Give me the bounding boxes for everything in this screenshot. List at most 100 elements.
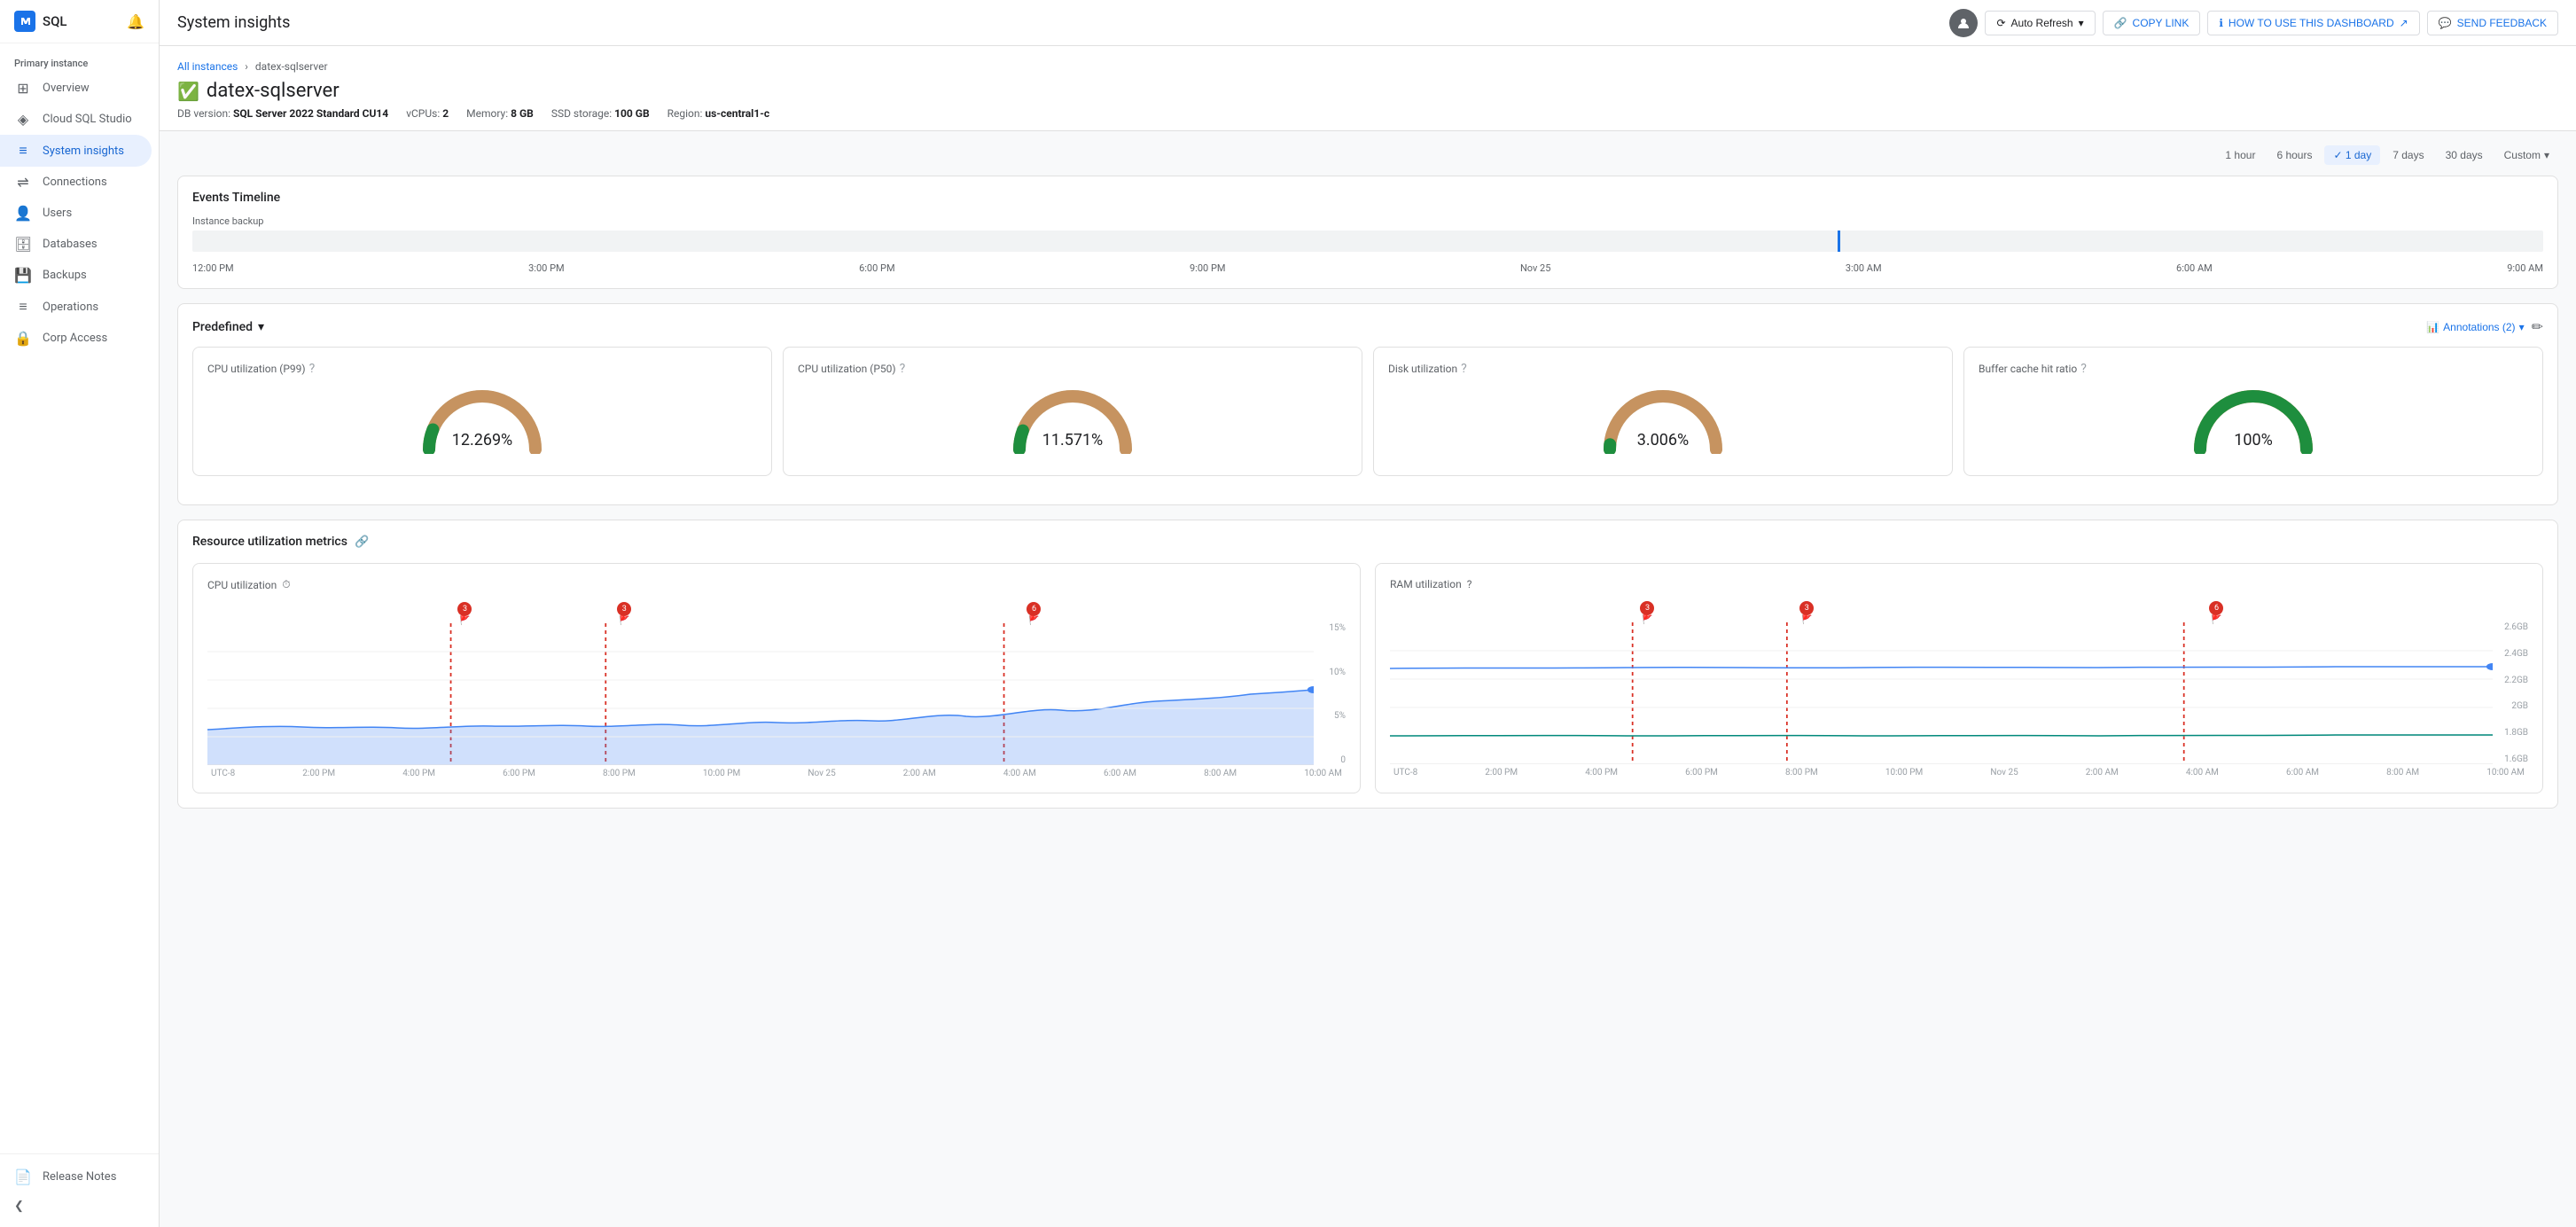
annotations-chevron-icon: ▾ [2519, 321, 2525, 333]
sidebar-bottom: 📄 Release Notes ❮ [0, 1153, 159, 1227]
resource-metrics-link-icon[interactable]: 🔗 [355, 535, 369, 549]
ram-alert-2: 3 🚩 [1799, 601, 1814, 625]
edit-button[interactable]: ✏ [2532, 318, 2543, 336]
breadcrumb-all-instances[interactable]: All instances [177, 60, 238, 73]
ram-y-label-3: 2GB [2496, 701, 2528, 711]
auto-refresh-button[interactable]: ⟳ Auto Refresh ▾ [1985, 11, 2095, 35]
gauge-grid: CPU utilization (P99) ? [192, 347, 2543, 476]
user-avatar[interactable] [1949, 9, 1978, 37]
app-name: SQL [43, 13, 67, 29]
db-version-meta: DB version: SQL Server 2022 Standard CU1… [177, 107, 388, 120]
ram-x-7: 2:00 AM [2086, 768, 2119, 778]
send-feedback-button[interactable]: 💬 SEND FEEDBACK [2427, 11, 2558, 35]
cpu-x-8: 4:00 AM [1003, 769, 1036, 778]
region-value: us-central1-c [705, 107, 769, 120]
help-icon-cpu-p50[interactable]: ? [900, 362, 906, 376]
backups-icon: 💾 [14, 267, 32, 284]
cpu-chart-title: CPU utilization ⏱ [207, 578, 1346, 591]
operations-icon: ≡ [14, 298, 32, 316]
ram-chart-title: RAM utilization ? [1390, 578, 2528, 590]
time-btn-7days[interactable]: 7 days [2384, 145, 2432, 165]
sidebar-item-connections[interactable]: ⇌ Connections [0, 167, 152, 198]
time-btn-1hour[interactable]: 1 hour [2216, 145, 2264, 165]
sidebar-header: SQL 🔔 [0, 0, 159, 43]
cpu-y-label-2: 5% [1317, 711, 1346, 721]
dashboard-content: All instances › datex-sqlserver ✅ datex-… [160, 46, 2576, 1227]
ram-x-3: 6:00 PM [1685, 768, 1718, 778]
sidebar-item-cloud-sql-studio[interactable]: ◈ Cloud SQL Studio [0, 104, 152, 135]
help-icon-buffer[interactable]: ? [2080, 362, 2087, 376]
cpu-chart-area [207, 623, 1314, 765]
sidebar-item-overview[interactable]: ⊞ Overview [0, 73, 152, 104]
main-content: System insights ⟳ Auto Refresh ▾ 🔗 COPY … [160, 0, 2576, 1227]
cpu-x-9: 6:00 AM [1104, 769, 1136, 778]
sidebar-collapse-btn[interactable]: ❮ [0, 1192, 159, 1220]
time-btn-custom[interactable]: Custom ▾ [2495, 145, 2558, 165]
sidebar-item-label: Users [43, 207, 72, 220]
cpu-alert-badge-2: 3 [617, 602, 631, 616]
resource-metrics-section: Resource utilization metrics 🔗 CPU utili… [177, 520, 2558, 809]
cloud-sql-studio-icon: ◈ [14, 111, 32, 128]
vcpus-label: vCPUs: [406, 107, 440, 120]
sidebar-item-system-insights[interactable]: ≡ System insights [0, 135, 152, 167]
help-icon-cpu-p99[interactable]: ? [309, 362, 316, 376]
axis-label-4: Nov 25 [1520, 262, 1550, 274]
vcpus-meta: vCPUs: 2 [406, 107, 449, 120]
predefined-section: Predefined ▾ 📊 Annotations (2) ▾ ✏ [177, 303, 2558, 505]
system-insights-icon: ≡ [14, 142, 32, 160]
sidebar-item-users[interactable]: 👤 Users [0, 198, 152, 229]
ram-x-11: 10:00 AM [2486, 768, 2525, 778]
app-logo [14, 11, 35, 32]
instance-meta: DB version: SQL Server 2022 Standard CU1… [177, 107, 2558, 120]
axis-label-5: 3:00 AM [1846, 262, 1882, 274]
cpu-alert-markers: 3 🚩 3 🚩 6 🚩 [207, 602, 1346, 620]
ram-x-6: Nov 25 [1990, 768, 2018, 778]
gauge-wrapper-disk: 3.006% [1388, 383, 1938, 454]
sidebar-item-operations[interactable]: ≡ Operations [0, 291, 152, 323]
sidebar-item-backups[interactable]: 💾 Backups [0, 260, 152, 291]
axis-label-0: 12:00 PM [192, 262, 234, 274]
vcpus-value: 2 [442, 107, 449, 120]
cpu-x-4: 8:00 PM [603, 769, 636, 778]
resource-metrics-title: Resource utilization metrics [192, 535, 347, 549]
sidebar-item-corp-access[interactable]: 🔒 Corp Access [0, 323, 152, 354]
release-notes-label: Release Notes [43, 1170, 116, 1184]
memory-value: 8 GB [511, 107, 534, 120]
ram-chart-area [1390, 622, 2493, 764]
sidebar-item-databases[interactable]: 🗄 Databases [0, 229, 152, 260]
memory-meta: Memory: 8 GB [466, 107, 534, 120]
gauge-title-disk: Disk utilization ? [1388, 362, 1938, 376]
cpu-alert-1: 3 🚩 [457, 602, 472, 626]
sidebar-item-label: Databases [43, 238, 98, 251]
region-label: Region: [667, 107, 703, 120]
axis-label-7: 9:00 AM [2507, 262, 2543, 274]
time-btn-1day[interactable]: ✓ 1 day [2324, 145, 2380, 165]
annotations-button[interactable]: 📊 Annotations (2) ▾ [2426, 321, 2524, 333]
cpu-chart-card: CPU utilization ⏱ 3 🚩 3 [192, 563, 1361, 793]
ram-alert-3: 6 🚩 [2209, 601, 2223, 625]
axis-label-2: 6:00 PM [859, 262, 894, 274]
ram-alert-badge-2: 3 [1799, 601, 1814, 615]
notifications-icon[interactable]: 🔔 [127, 13, 144, 30]
how-to-use-button[interactable]: ℹ HOW TO USE THIS DASHBOARD ↗ [2207, 11, 2419, 35]
ram-x-8: 4:00 AM [2186, 768, 2219, 778]
ram-alert-badge-3: 6 [2209, 601, 2223, 615]
copy-link-button[interactable]: 🔗 COPY LINK [2103, 11, 2201, 35]
auto-refresh-label: Auto Refresh [2011, 17, 2073, 29]
gauge-card-cpu-p50: CPU utilization (P50) ? 11.571% [783, 347, 1362, 476]
time-btn-30days[interactable]: 30 days [2437, 145, 2492, 165]
sidebar-item-release-notes[interactable]: 📄 Release Notes [0, 1161, 152, 1192]
cpu-y-axis: 15% 10% 5% 0 [1314, 623, 1346, 765]
ram-alert-1: 3 🚩 [1640, 601, 1654, 625]
timeline-axis: 12:00 PM 3:00 PM 6:00 PM 9:00 PM Nov 25 … [192, 255, 2543, 274]
time-btn-6hours[interactable]: 6 hours [2268, 145, 2321, 165]
ram-y-label-5: 1.6GB [2496, 754, 2528, 764]
cpu-chart-container: 3 🚩 3 🚩 6 🚩 [207, 602, 1346, 778]
ram-x-10: 8:00 AM [2386, 768, 2419, 778]
external-link-icon: ↗ [2400, 17, 2408, 29]
predefined-title-btn[interactable]: Predefined ▾ [192, 320, 264, 334]
help-icon-disk[interactable]: ? [1461, 362, 1467, 376]
cpu-chart-info-icon[interactable]: ⏱ [282, 578, 290, 591]
info-icon: ℹ [2219, 17, 2223, 29]
ram-chart-help-icon[interactable]: ? [1467, 578, 1472, 590]
